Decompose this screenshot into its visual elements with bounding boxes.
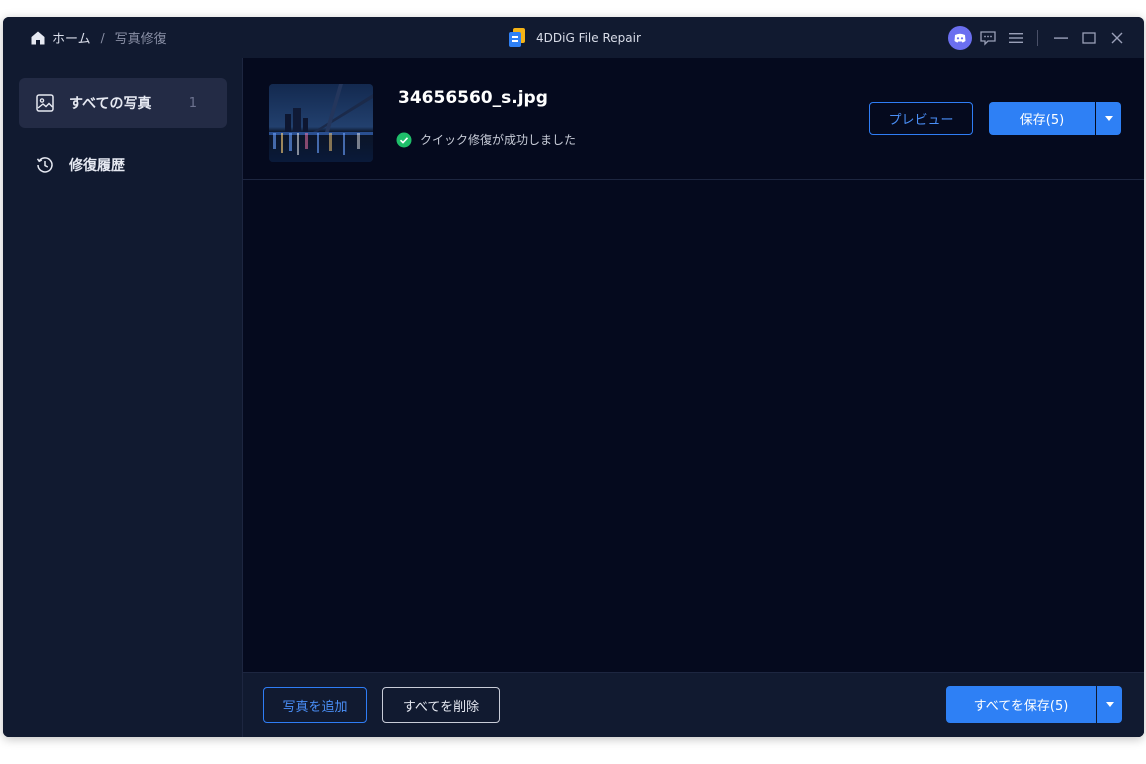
home-icon[interactable] xyxy=(30,30,46,46)
save-all-dropdown-button[interactable] xyxy=(1097,686,1122,723)
sidebar: すべての写真 1 修復履歴 xyxy=(3,58,243,737)
save-dropdown-button[interactable] xyxy=(1096,102,1121,135)
controls-divider xyxy=(1037,29,1038,46)
breadcrumb-home[interactable]: ホーム xyxy=(52,28,91,47)
footer-bar: 写真を追加 すべてを削除 すべてを保存(5) xyxy=(243,672,1144,737)
app-title-text: 4DDiG File Repair xyxy=(536,30,641,45)
check-circle-icon xyxy=(396,132,412,148)
discord-icon[interactable] xyxy=(947,25,973,51)
breadcrumb: ホーム / 写真修復 xyxy=(30,17,167,58)
sidebar-item-label: 修復履歴 xyxy=(69,158,125,174)
breadcrumb-separator: / xyxy=(100,30,105,45)
breadcrumb-current: 写真修復 xyxy=(114,32,167,47)
photo-count-badge: 1 xyxy=(188,95,197,111)
feedback-icon[interactable] xyxy=(975,25,1001,51)
save-button[interactable]: 保存(5) xyxy=(989,102,1095,135)
caret-down-icon xyxy=(1104,116,1113,121)
window-controls xyxy=(945,17,1130,58)
maximize-icon[interactable] xyxy=(1076,25,1102,51)
sidebar-item-label: すべての写真 xyxy=(69,96,152,112)
preview-button[interactable]: プレビュー xyxy=(869,102,973,135)
minimize-icon[interactable] xyxy=(1048,25,1074,51)
app-title: 4DDiG File Repair xyxy=(508,17,641,58)
file-name: 34656560_s.jpg xyxy=(398,88,548,108)
main-panel: 34656560_s.jpg クイック修復が成功しました プレビュー 保存(5)… xyxy=(243,58,1144,737)
photo-thumbnail[interactable] xyxy=(269,84,373,162)
add-photo-button[interactable]: 写真を追加 xyxy=(263,687,367,723)
image-icon xyxy=(35,93,55,113)
repair-status: クイック修復が成功しました xyxy=(396,131,576,148)
sidebar-item-history[interactable]: 修復履歴 xyxy=(19,140,227,190)
caret-down-icon xyxy=(1105,702,1114,707)
delete-all-button[interactable]: すべてを削除 xyxy=(382,687,500,723)
file-row: 34656560_s.jpg クイック修復が成功しました プレビュー 保存(5) xyxy=(243,58,1144,180)
close-icon[interactable] xyxy=(1104,25,1130,51)
app-window: ホーム / 写真修復 4DDiG File Repair すべての写真 1 修復… xyxy=(3,17,1144,737)
menu-icon[interactable] xyxy=(1003,25,1029,51)
status-text: クイック修復が成功しました xyxy=(420,133,577,147)
save-all-button[interactable]: すべてを保存(5) xyxy=(946,686,1096,723)
title-bar: ホーム / 写真修復 4DDiG File Repair xyxy=(3,17,1144,58)
sidebar-item-all-photos[interactable]: すべての写真 1 xyxy=(19,78,227,128)
app-logo-icon xyxy=(508,27,526,48)
history-icon xyxy=(35,155,55,175)
